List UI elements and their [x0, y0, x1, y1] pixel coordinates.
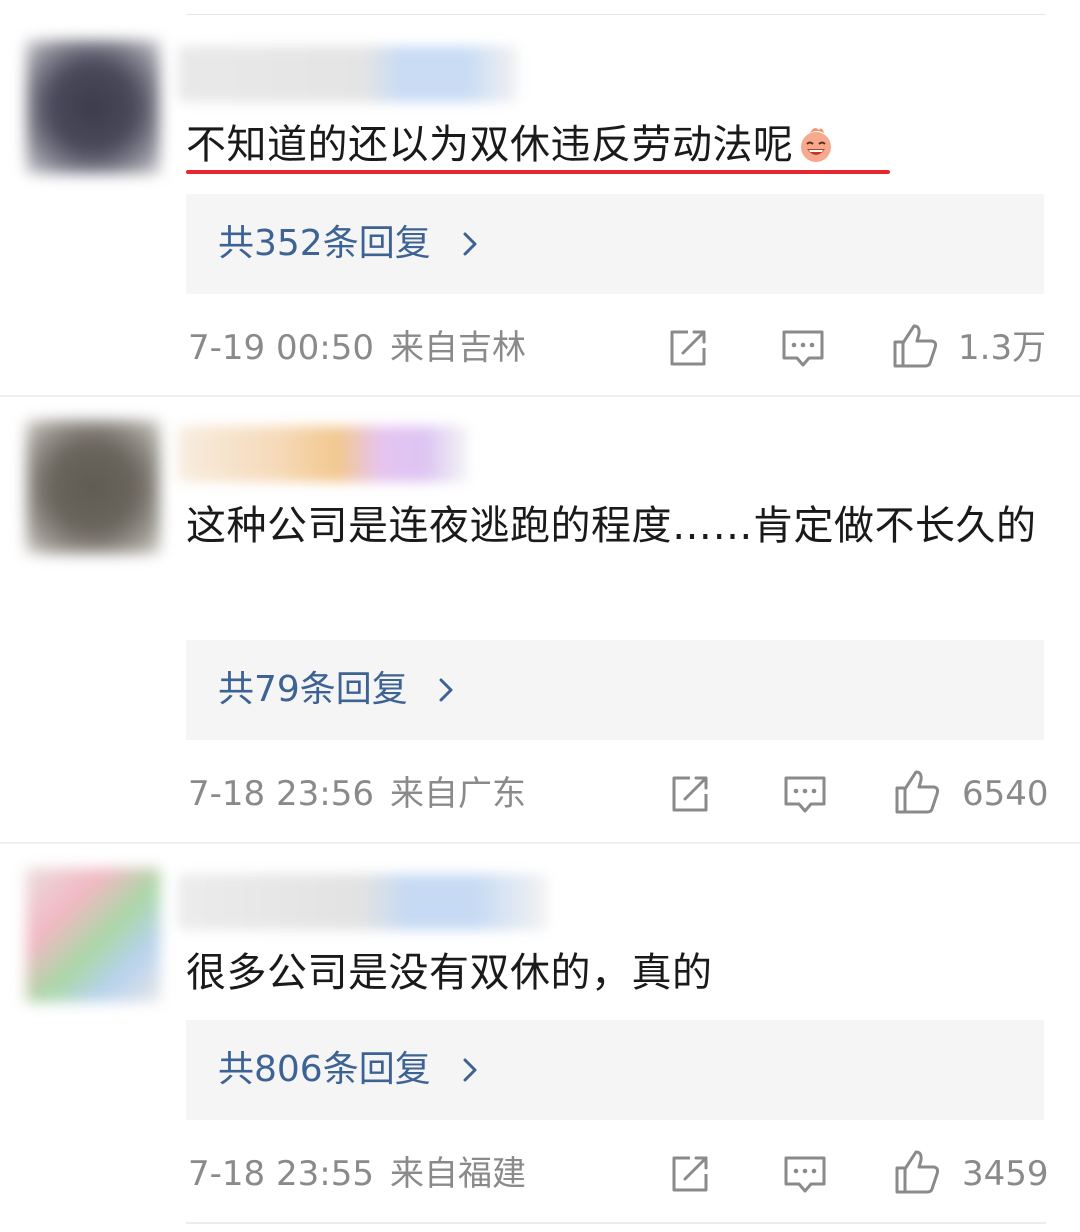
highlight-underline — [186, 170, 890, 174]
comment-date: 7-18 23:56 — [188, 774, 374, 814]
like-count: 1.3万 — [958, 328, 1047, 368]
comment-icon[interactable] — [782, 772, 828, 816]
avatar[interactable] — [26, 40, 160, 174]
like-count: 3459 — [962, 1154, 1049, 1194]
comment-date: 7-18 23:55 — [188, 1154, 374, 1194]
comment-divider — [0, 395, 1080, 397]
comment-divider — [0, 842, 1080, 844]
comment-list: 不知道的还以为双休违反劳动法呢 共352条回复 7-19 00:50 来自吉林 — [0, 0, 1080, 1232]
replies-label: 共352条回复 — [218, 223, 431, 264]
comment-meta: 7-18 23:56 来自广东 — [188, 774, 526, 814]
comment-icon[interactable] — [782, 1152, 828, 1196]
comment-meta: 7-19 00:50 来自吉林 — [188, 328, 526, 368]
username[interactable] — [178, 426, 468, 482]
chevron-right-icon — [463, 232, 477, 256]
share-icon[interactable] — [668, 772, 712, 816]
comment-text-content: 不知道的还以为双休违反劳动法呢 — [186, 122, 794, 168]
comment-location: 来自广东 — [389, 774, 526, 814]
top-divider — [186, 14, 1046, 15]
replies-button[interactable]: 共806条回复 — [186, 1020, 1044, 1120]
comment-text: 很多公司是没有双休的，真的 — [186, 942, 1056, 1004]
replies-button[interactable]: 共352条回复 — [186, 194, 1044, 294]
comment-text-content: 这种公司是连夜逃跑的程度……肯定做不长久的 — [186, 503, 1037, 549]
share-icon[interactable] — [668, 1152, 712, 1196]
comment-meta: 7-18 23:55 来自福建 — [188, 1154, 526, 1194]
comment-text: 这种公司是连夜逃跑的程度……肯定做不长久的 — [186, 494, 1056, 558]
laughing-face-icon — [800, 128, 831, 162]
comment-text: 不知道的还以为双休违反劳动法呢 — [186, 114, 1056, 176]
like-icon[interactable] — [892, 767, 942, 817]
comment-location: 来自吉林 — [389, 328, 526, 368]
comment-location: 来自福建 — [389, 1154, 526, 1194]
chevron-right-icon — [463, 1058, 477, 1082]
avatar[interactable] — [26, 868, 160, 1002]
like-icon[interactable] — [890, 321, 940, 371]
comment-date: 7-19 00:50 — [188, 328, 374, 368]
replies-button[interactable]: 共79条回复 — [186, 640, 1044, 740]
avatar[interactable] — [26, 420, 160, 554]
bottom-divider — [186, 1222, 1046, 1224]
comment-text-content: 很多公司是没有双休的，真的 — [186, 950, 713, 996]
chevron-right-icon — [439, 678, 453, 702]
username[interactable] — [178, 874, 548, 930]
like-count: 6540 — [962, 774, 1049, 814]
replies-label: 共79条回复 — [218, 669, 408, 710]
comment-icon[interactable] — [780, 326, 826, 370]
replies-label: 共806条回复 — [218, 1049, 431, 1090]
username[interactable] — [178, 46, 518, 102]
like-icon[interactable] — [892, 1147, 942, 1197]
share-icon[interactable] — [666, 326, 710, 370]
